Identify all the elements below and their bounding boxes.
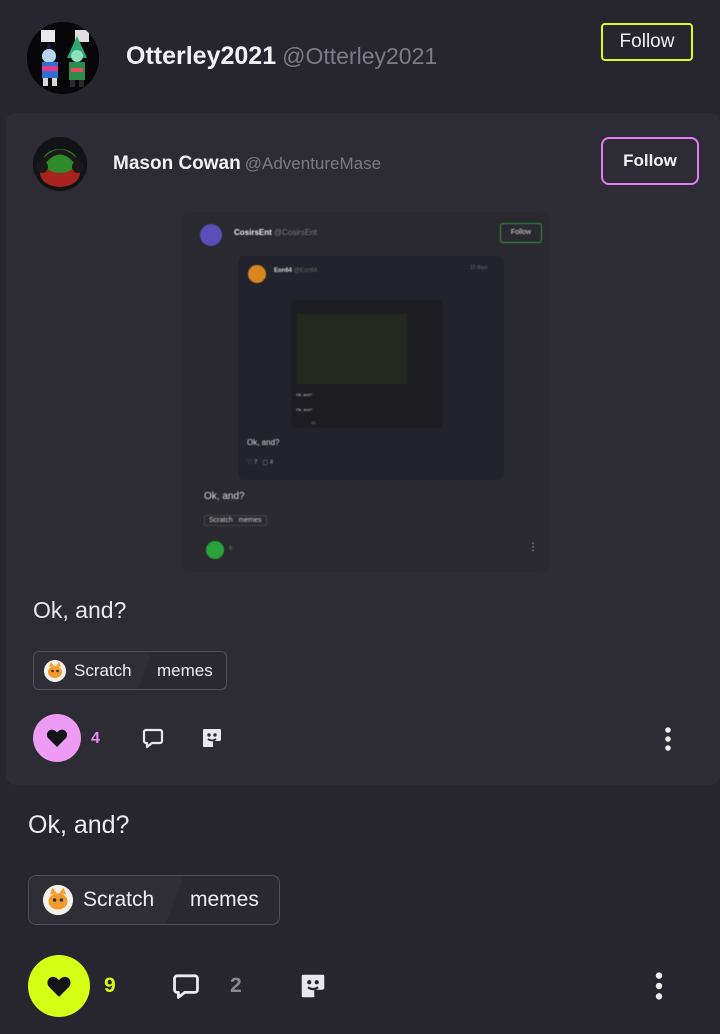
embed-nested-time: 15 days (470, 265, 488, 271)
embed-like-count: 6 (229, 546, 233, 552)
author-display-name[interactable]: Otterley2021 (126, 42, 276, 70)
embed-nested-author-name: Eon64 (274, 268, 293, 274)
remix-sticker-icon (203, 729, 221, 747)
comment-count: 2 (230, 974, 242, 997)
more-button[interactable] (652, 971, 666, 1004)
avatar-characters-image (27, 22, 99, 94)
post-tag-pill[interactable]: Scratch memes (28, 875, 280, 925)
embed-deeper-text-2: Ok, and? (296, 407, 313, 412)
quoted-tag-pill[interactable]: Scratch memes (33, 651, 227, 690)
scratch-cat-icon (44, 659, 66, 682)
quoted-post-text: Ok, and? (33, 597, 127, 623)
embed-deeper-post: Ok, and? Ok, and? 15 (291, 300, 443, 428)
like-count: 9 (104, 974, 116, 997)
heart-icon (47, 976, 71, 997)
quoted-display-name[interactable]: Mason Cowan (113, 153, 241, 174)
scratch-cat-icon (43, 885, 73, 915)
follow-button[interactable]: Follow (601, 23, 693, 61)
quoted-more-button[interactable] (662, 726, 674, 755)
quoted-avatar[interactable] (33, 137, 87, 191)
embed-author-name: CosirsEnt (234, 228, 272, 237)
embed-nested-comments: 4 (269, 460, 274, 466)
quoted-post-card[interactable]: Mason Cowan @AdventureMase Follow CosirsE… (6, 113, 720, 785)
remix-button[interactable] (298, 971, 328, 1004)
comment-icon (142, 728, 164, 749)
embed-nested-likes: 7 (254, 460, 258, 466)
embed-like-button (206, 541, 224, 559)
embed-author: CosirsEnt @CosirsEnt (234, 228, 317, 237)
tag-secondary[interactable]: memes (190, 888, 259, 912)
remix-sticker-icon (301, 974, 325, 998)
embed-avatar (200, 224, 222, 246)
author-handle[interactable]: @Otterley2021 (282, 43, 437, 69)
tag-category[interactable]: Scratch (34, 652, 152, 689)
post-header: Otterley2021 @Otterley2021 Follow (0, 0, 720, 115)
more-vertical-icon (655, 972, 663, 1000)
heart-icon (46, 729, 68, 747)
quoted-like-button[interactable] (33, 714, 81, 762)
embed-nested-heart-icon: ♡ (247, 460, 253, 466)
embed-nested-text: Ok, and? (247, 438, 280, 447)
embed-more-icon: ⋮ (528, 542, 538, 553)
quoted-like-count: 4 (91, 730, 100, 747)
like-button[interactable] (28, 955, 90, 1017)
embed-nested-actions: ♡ 7 ▢ 4 (247, 459, 273, 466)
embedded-screenshot[interactable]: CosirsEnt @CosirsEnt Follow Eon64 @Eon64… (182, 212, 549, 572)
embed-deeper-count: 15 (311, 420, 316, 425)
quoted-handle[interactable]: @AdventureMase (245, 154, 381, 173)
avatar[interactable] (27, 22, 99, 94)
tag-secondary[interactable]: memes (157, 661, 213, 681)
quoted-author-name[interactable]: Mason Cowan @AdventureMase (113, 153, 381, 175)
embed-nested-avatar (248, 265, 266, 283)
embed-text: Ok, and? (204, 491, 245, 502)
embed-deepest-image (297, 314, 407, 384)
avatar-headphones-image (33, 137, 87, 191)
quoted-follow-button[interactable]: Follow (601, 137, 699, 185)
comment-icon (173, 974, 199, 999)
embed-follow-button: Follow (500, 223, 542, 243)
embed-deeper-text-1: Ok, and? (296, 392, 313, 397)
author-name[interactable]: Otterley2021 @Otterley2021 (126, 42, 437, 71)
embed-nested-author-handle: @Eon64 (293, 268, 318, 274)
tag-primary: Scratch (74, 660, 132, 680)
embed-tag-secondary: memes (238, 517, 262, 524)
quoted-remix-button[interactable] (200, 726, 224, 753)
more-vertical-icon (665, 727, 671, 751)
quoted-comment-button[interactable] (142, 727, 164, 752)
embed-nested-post: Eon64 @Eon64 15 days Ok, and? Ok, and? 1… (238, 256, 504, 480)
tag-category[interactable]: Scratch (29, 876, 184, 924)
embed-tag-primary: Scratch (209, 517, 233, 524)
embed-nested-comment-icon: ▢ (262, 460, 269, 466)
comment-button[interactable] (172, 972, 200, 1003)
embed-tag: Scratch memes (204, 515, 267, 526)
tag-primary: Scratch (83, 888, 155, 911)
post-text: Ok, and? (28, 811, 130, 839)
embed-nested-author: Eon64 @Eon64 (274, 268, 317, 274)
embed-author-handle: @CosirsEnt (274, 228, 317, 237)
